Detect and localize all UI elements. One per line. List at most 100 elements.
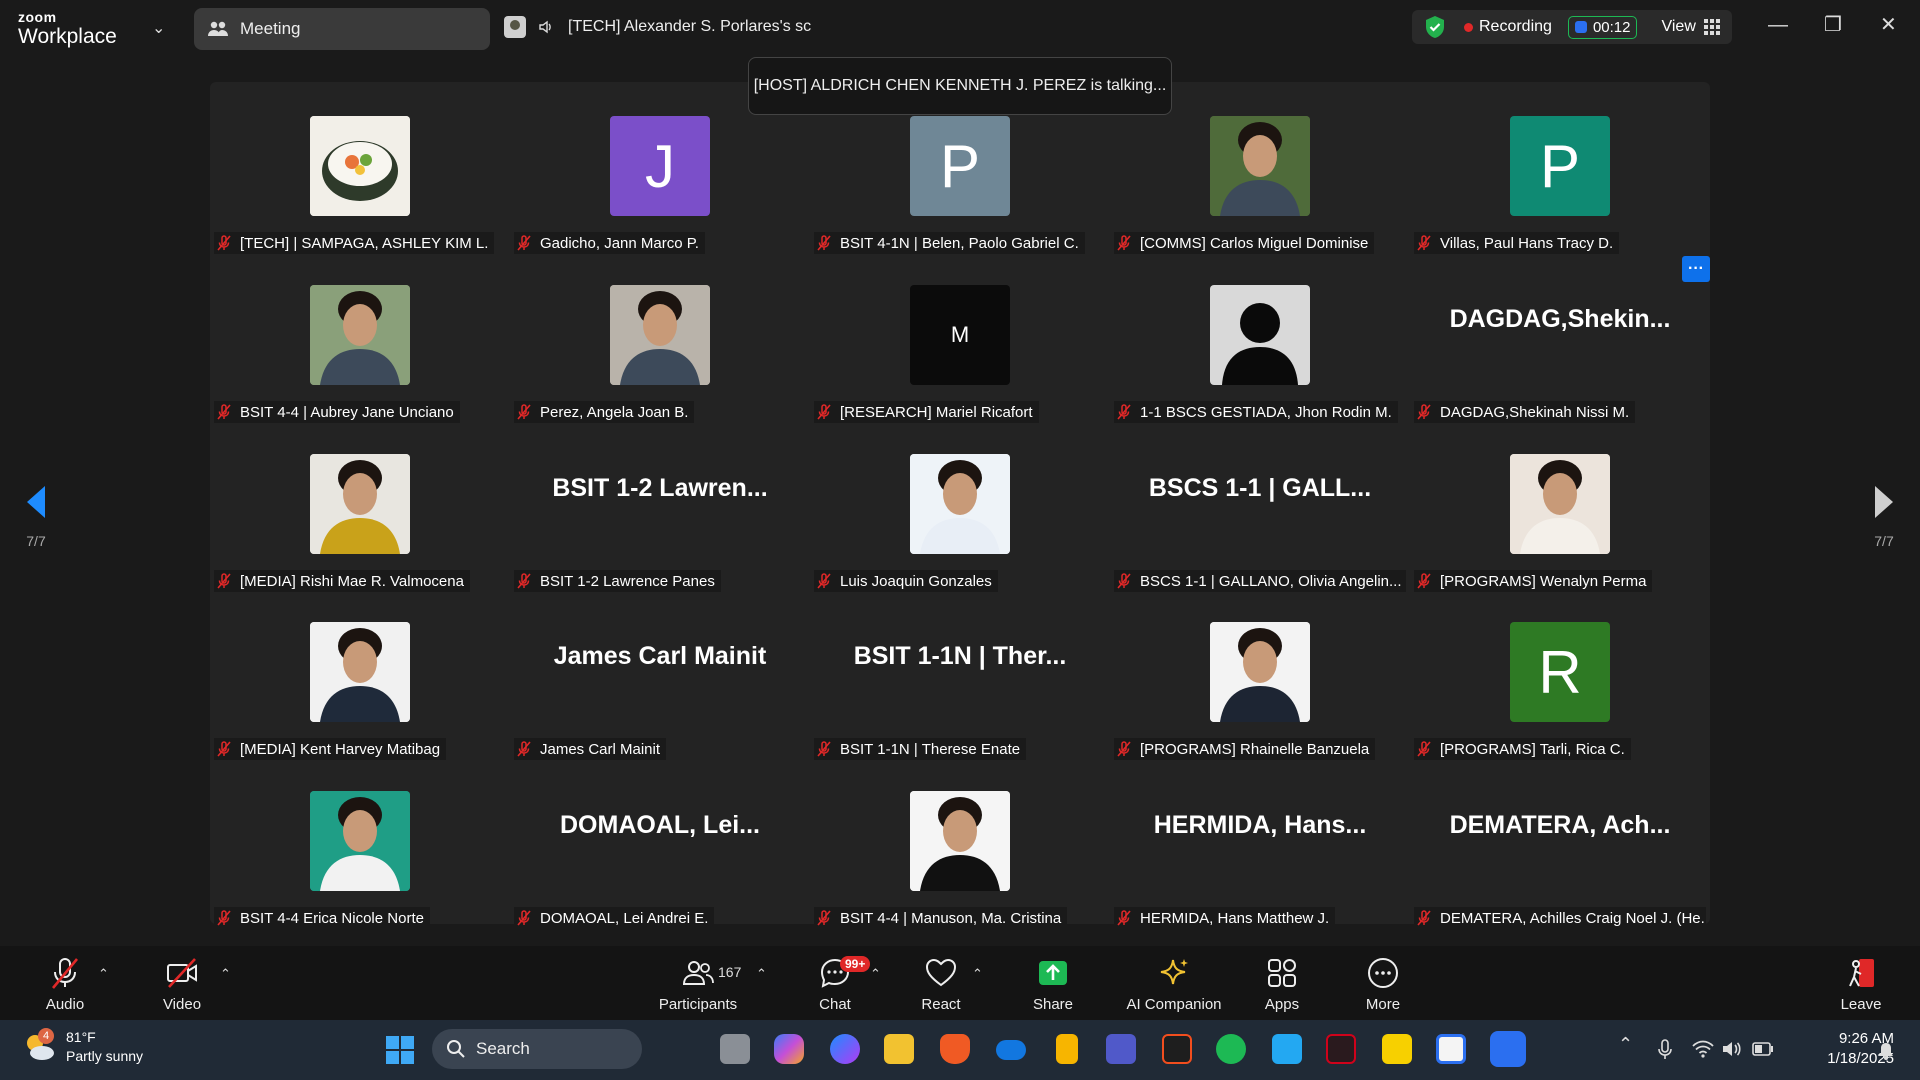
audio-options-chevron-icon[interactable]: ⌃ [98,966,109,982]
react-button[interactable]: React [918,956,964,1013]
weather-widget[interactable]: 4 81°F Partly sunny [22,1028,143,1066]
participant-tile[interactable]: BSIT 1-1N | Ther... BSIT 1-1N | Therese E… [810,588,1110,760]
next-page[interactable]: 7/7 [1872,484,1896,549]
participant-tile[interactable]: [PROGRAMS] Wenalyn Perma [1410,420,1710,592]
share-button[interactable]: Share [1030,956,1076,1013]
microphone-icon[interactable] [1656,1039,1674,1061]
sushi-photo [310,116,410,216]
volume-icon[interactable] [1722,1040,1742,1058]
meeting-timer[interactable]: 00:12 [1567,15,1638,39]
view-button[interactable]: View [1661,18,1695,36]
participant-name: BSIT 1-1N | Therese Enate [840,740,1021,758]
participant-tile[interactable]: M [RESEARCH] Mariel Ricafort [810,251,1110,423]
keep-notes-icon[interactable] [1056,1034,1078,1064]
battery-icon[interactable] [1752,1042,1774,1056]
participant-photo [910,454,1010,554]
file-explorer-icon[interactable] [884,1034,914,1064]
participant-tile[interactable]: 1-1 BSCS GESTIADA, Jhon Rodin M. [1110,251,1410,423]
participant-tile[interactable]: DAGDAG,Shekin... DAGDAG,Shekinah Nissi M. [1410,251,1710,423]
chevron-up-icon[interactable]: ⌃ [1618,1034,1633,1055]
microphone-muted-icon [1417,573,1431,589]
participant-video [1210,622,1310,722]
task-view-icon[interactable] [720,1034,750,1064]
weather-icon: 4 [22,1028,56,1064]
apps-button[interactable]: Apps [1262,956,1302,1013]
temperature: 81°F [66,1029,96,1045]
microphone-muted-icon [217,910,231,926]
meeting-status: Recording 00:12 View [1412,10,1732,44]
participant-tile[interactable]: [PROGRAMS] Rhainelle Banzuela [1110,588,1410,760]
meeting-toolbar: Audio ⌃ Video ⌃ Participants 167 ⌃ Chat … [0,946,1920,1020]
participant-tile[interactable]: James Carl Mainit James Carl Mainit [510,588,810,760]
chevron-down-icon[interactable]: ⌄ [152,18,165,38]
more-button[interactable]: More [1362,956,1404,1013]
app-icon[interactable] [1436,1034,1466,1064]
recording-label[interactable]: Recording [1479,18,1552,36]
notification-icon[interactable] [1876,1041,1896,1061]
participant-tile[interactable]: [MEDIA] Rishi Mae R. Valmocena [210,420,510,592]
participant-tile[interactable]: Perez, Angela Joan B. [510,251,810,423]
chat-options-chevron-icon[interactable]: ⌃ [870,966,881,982]
logo-zoom-text: zoom [18,9,57,25]
react-options-chevron-icon[interactable]: ⌃ [972,966,983,982]
app-icon[interactable] [1326,1034,1356,1064]
title-bar: zoom Workplace ⌄ Meeting [TECH] Alexande… [0,0,1920,56]
leave-icon [1849,959,1874,987]
participant-tile[interactable]: DEMATERA, Ach... DEMATERA, Achilles Craig… [1410,757,1710,929]
brave-browser-icon[interactable] [940,1034,970,1064]
previous-page[interactable]: 7/7 [24,484,48,549]
tab-meeting[interactable]: Meeting [194,8,490,50]
participant-tile[interactable]: BSIT 4-4 Erica Nicole Norte [210,757,510,929]
microphone-muted-icon [217,235,231,251]
participant-tile[interactable]: HERMIDA, Hans... HERMIDA, Hans Matthew J. [1110,757,1410,929]
people-icon [208,21,228,36]
close-icon[interactable]: ✕ [1880,12,1897,37]
shield-icon[interactable] [1424,15,1446,39]
participant-tile[interactable]: [TECH] | SAMPAGA, ASHLEY KIM L. [210,82,510,254]
copilot-icon[interactable] [774,1034,804,1064]
microphone-muted-icon [217,404,231,420]
participant-tile[interactable]: DOMAOAL, Lei... DOMAOAL, Lei Andrei E. [510,757,810,929]
participant-video: P [910,116,1010,216]
restore-icon[interactable]: ❐ [1824,12,1842,37]
participant-tile[interactable]: Luis Joaquin Gonzales [810,420,1110,592]
grid-icon[interactable] [1703,19,1720,35]
minimize-icon[interactable]: — [1768,14,1788,37]
participant-tile[interactable]: [MEDIA] Kent Harvey Matibag [210,588,510,760]
participant-tile[interactable]: BSIT 1-2 Lawren... BSIT 1-2 Lawrence Pane… [510,420,810,592]
arrow-left-icon[interactable] [25,484,47,520]
arrow-right-icon[interactable] [1873,484,1895,520]
sticky-notes-icon[interactable] [1382,1034,1412,1064]
windows-start-icon[interactable] [386,1036,414,1064]
ai-companion-button[interactable]: AI Companion [1122,956,1226,1013]
microphone-muted-icon [1117,573,1131,589]
participant-tile[interactable]: BSCS 1-1 | GALL... BSCS 1-1 | GALLANO, Ol… [1110,420,1410,592]
messenger-icon[interactable] [830,1034,860,1064]
participant-display-name: BSIT 1-2 Lawren... [552,474,768,502]
screen-share-tab[interactable]: [TECH] Alexander S. Porlares's sc [504,16,811,38]
zoom-app-icon[interactable] [1490,1031,1526,1067]
leave-button[interactable]: Leave [1838,956,1884,1013]
wifi-icon[interactable] [1692,1040,1714,1058]
participants-options-chevron-icon[interactable]: ⌃ [756,966,767,982]
vscode-icon[interactable] [1272,1034,1302,1064]
weather-badge: 4 [38,1028,54,1044]
figma-icon[interactable] [1162,1034,1192,1064]
participant-tile[interactable]: BSIT 4-4 | Aubrey Jane Unciano [210,251,510,423]
participant-name: [MEDIA] Kent Harvey Matibag [240,740,441,758]
participant-tile[interactable]: BSIT 4-4 | Manuson, Ma. Cristina [810,757,1110,929]
video-options-chevron-icon[interactable]: ⌃ [220,966,231,982]
more-options-icon[interactable]: ··· [1682,256,1710,282]
teams-icon[interactable] [1106,1034,1136,1064]
spotify-icon[interactable] [1216,1034,1246,1064]
taskbar-search[interactable]: Search [432,1029,642,1069]
participant-tile[interactable]: P Villas, Paul Hans Tracy D. [1410,82,1710,254]
microphone-muted-icon [1417,235,1431,251]
zoom-logo[interactable]: zoom Workplace [18,10,117,47]
participant-display-name: HERMIDA, Hans... [1153,811,1367,839]
participant-tile[interactable]: R [PROGRAMS] Tarli, Rica C. [1410,588,1710,760]
onedrive-icon[interactable] [996,1040,1026,1060]
video-button[interactable]: Video [160,956,204,1013]
ai-companion-label: AI Companion [1126,996,1222,1013]
audio-button[interactable]: Audio [40,956,90,1013]
